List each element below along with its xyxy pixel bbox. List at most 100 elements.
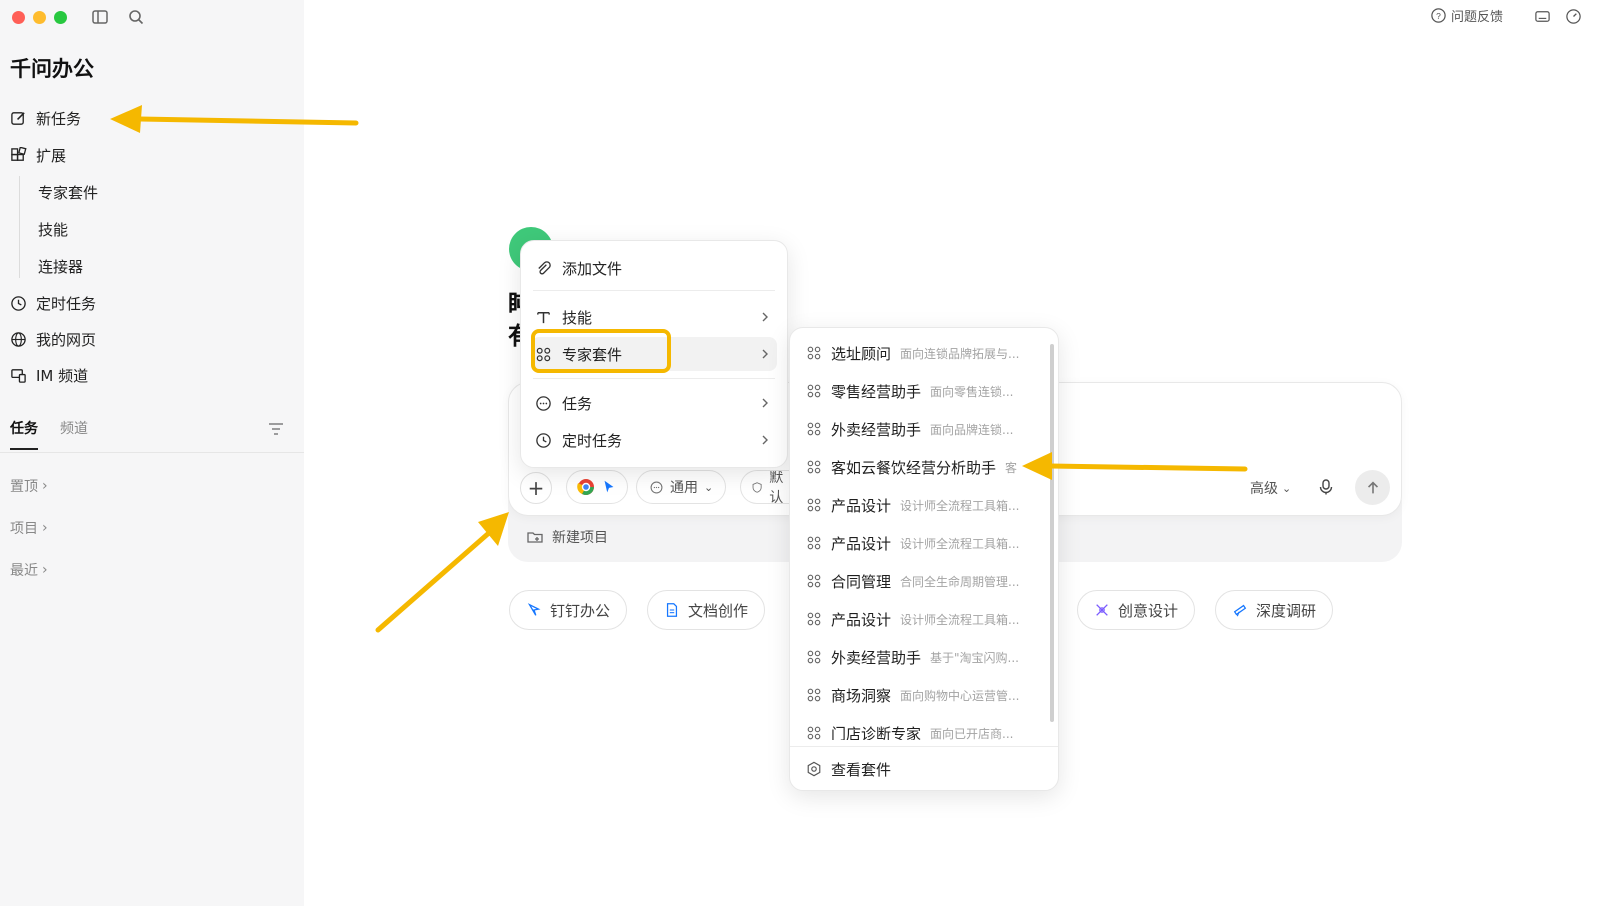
- kit-item[interactable]: 产品设计 设计师全流程工具箱...: [806, 604, 1046, 634]
- kit-description: 客: [1005, 460, 1018, 475]
- nav-extensions[interactable]: 扩展: [10, 142, 66, 168]
- kit-name: 产品设计: [831, 534, 892, 553]
- maximize-window-button[interactable]: [54, 11, 67, 24]
- filter-icon[interactable]: [268, 421, 284, 437]
- chat-icon: [650, 481, 663, 493]
- kit-item[interactable]: 商场洞察 面向购物中心运营管...: [806, 680, 1046, 710]
- hexagon-settings-icon: [807, 761, 821, 777]
- chip-creative[interactable]: 创意设计: [1077, 590, 1196, 630]
- menu-expert-kit[interactable]: 专家套件: [531, 337, 777, 371]
- kit-item[interactable]: 外卖经营助手 面向品牌连锁...: [806, 414, 1046, 444]
- text-tool-icon: [537, 311, 550, 323]
- add-button[interactable]: +: [520, 472, 552, 504]
- chip-doc[interactable]: 文档创作: [647, 590, 766, 630]
- creative-icon: [1096, 604, 1108, 616]
- edit-icon: [11, 111, 25, 125]
- group-projects-label: 项目: [10, 521, 38, 537]
- send-button[interactable]: [1355, 470, 1390, 505]
- close-window-button[interactable]: [12, 11, 25, 24]
- nav-scheduled[interactable]: 定时任务: [10, 290, 96, 316]
- shield-icon: [752, 481, 762, 493]
- nav-im-channel[interactable]: IM 频道: [10, 362, 88, 388]
- arrow-annotation-plus: [375, 512, 509, 633]
- clock-icon: [11, 295, 26, 311]
- grid-icon: [807, 612, 821, 626]
- group-pinned[interactable]: 置顶 ›: [10, 476, 48, 496]
- menu-scheduled[interactable]: 定时任务: [535, 423, 777, 457]
- group-projects[interactable]: 项目 ›: [10, 518, 48, 538]
- chip-creative-label: 创意设计: [1118, 601, 1179, 620]
- advanced-label: 高级: [1250, 481, 1278, 497]
- view-kits-button[interactable]: 查看套件: [806, 752, 891, 786]
- advanced-selector[interactable]: 高级 ⌄: [1250, 478, 1291, 498]
- kit-item[interactable]: 客如云餐饮经营分析助手客: [806, 452, 1046, 482]
- group-recent[interactable]: 最近 ›: [10, 560, 48, 580]
- kit-description: 面向连锁品牌拓展与...: [900, 346, 1020, 361]
- group-recent-label: 最近: [10, 563, 38, 579]
- kit-item[interactable]: 合同管理 合同全生命周期管理...: [806, 566, 1046, 596]
- kit-description: 面向已开店商...: [930, 726, 1014, 741]
- chip-dingtalk[interactable]: 钉钉办公: [509, 590, 628, 630]
- devices-icon: [11, 368, 26, 383]
- group-pinned-label: 置顶: [10, 479, 38, 495]
- menu-tasks[interactable]: 任务: [535, 386, 777, 420]
- kit-name: 产品设计: [831, 610, 892, 629]
- dingtalk-icon: [527, 603, 541, 616]
- feedback-button[interactable]: ? 问题反馈: [1430, 6, 1503, 25]
- chevron-right-icon: [762, 398, 768, 408]
- menu-tasks-label: 任务: [562, 394, 593, 413]
- kit-description: 基于"淘宝闪购...: [930, 650, 1019, 665]
- browser-tools-pill[interactable]: [566, 470, 628, 504]
- kit-item[interactable]: 产品设计 设计师全流程工具箱...: [806, 528, 1046, 558]
- mode-selector[interactable]: 通用 ⌄: [636, 470, 727, 504]
- nav-connectors[interactable]: 连接器: [38, 253, 83, 279]
- kit-item[interactable]: 外卖经营助手 基于"淘宝闪购...: [806, 642, 1046, 672]
- new-project-button[interactable]: 新建项目: [526, 527, 608, 547]
- kit-item[interactable]: 产品设计 设计师全流程工具箱...: [806, 490, 1046, 520]
- new-project-label: 新建项目: [552, 530, 608, 546]
- microphone-icon[interactable]: [1317, 478, 1335, 496]
- chat-bubble-icon: [536, 395, 551, 411]
- clock-icon: [536, 432, 551, 448]
- grid-icon: [807, 688, 821, 702]
- menu-divider: [790, 746, 1058, 747]
- window-controls: [12, 11, 67, 24]
- menu-add-file[interactable]: 添加文件: [535, 251, 777, 285]
- kit-name: 客如云餐饮经营分析助手: [831, 458, 997, 477]
- sidebar-toggle-icon[interactable]: [91, 8, 109, 26]
- nav-webpages[interactable]: 我的网页: [10, 326, 96, 352]
- menu-skills[interactable]: 技能: [535, 300, 777, 334]
- kit-item[interactable]: 选址顾问 面向连锁品牌拓展与...: [806, 338, 1046, 368]
- grid-icon: [807, 726, 821, 740]
- tab-channels[interactable]: 频道: [60, 418, 88, 444]
- minimize-window-button[interactable]: [33, 11, 46, 24]
- kit-item[interactable]: 门店诊断专家 面向已开店商...: [806, 718, 1046, 740]
- add-menu: 添加文件 技能 专家套件 任务 定时任务: [520, 240, 788, 468]
- tabs-divider: [0, 452, 304, 453]
- kit-name: 零售经营助手: [831, 382, 922, 401]
- grid-icon: [807, 498, 821, 512]
- chevron-right-icon: ›: [42, 478, 48, 494]
- extensions-icon: [11, 146, 27, 161]
- chip-research[interactable]: 深度调研: [1215, 590, 1334, 630]
- nav-expert-kit[interactable]: 专家套件: [38, 179, 98, 205]
- kit-item[interactable]: 零售经营助手 面向零售连锁...: [806, 376, 1046, 406]
- scrollbar[interactable]: [1050, 344, 1054, 722]
- gauge-icon[interactable]: [1565, 8, 1582, 25]
- nav-new-task[interactable]: 新任务: [10, 105, 81, 131]
- nav-new-task-label: 新任务: [36, 109, 82, 128]
- nav-im-channel-label: IM 频道: [36, 366, 89, 385]
- kit-name: 外卖经营助手: [831, 648, 922, 667]
- keyboard-icon[interactable]: [1534, 8, 1551, 25]
- kit-description: 面向购物中心运营管...: [900, 688, 1020, 703]
- tab-tasks[interactable]: 任务: [10, 418, 38, 450]
- chevron-right-icon: ›: [42, 520, 48, 536]
- permission-selector[interactable]: 默认: [740, 470, 792, 504]
- chevron-down-icon: ⌄: [1282, 481, 1292, 495]
- grid-icon: [807, 384, 821, 398]
- search-icon[interactable]: [127, 8, 145, 26]
- nav-scheduled-label: 定时任务: [36, 294, 97, 313]
- nav-extensions-label: 扩展: [36, 146, 67, 165]
- nav-skills[interactable]: 技能: [38, 216, 68, 242]
- feedback-label: 问题反馈: [1451, 10, 1504, 25]
